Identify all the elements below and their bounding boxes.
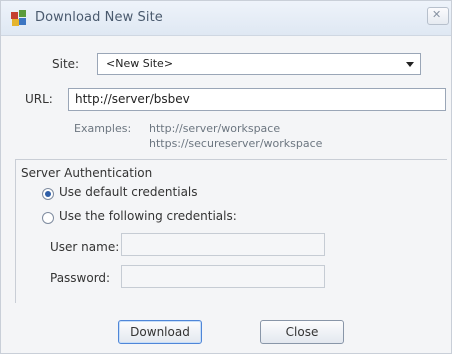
username-input[interactable] (121, 233, 325, 256)
app-icon (11, 10, 26, 26)
use-following-credentials-radio[interactable] (42, 212, 54, 224)
use-following-credentials-label: Use the following credentials: (59, 209, 237, 223)
password-input[interactable] (121, 265, 325, 288)
site-select[interactable]: <New Site> (97, 53, 421, 75)
example-url-2: https://secureserver/workspace (149, 137, 323, 150)
username-label: User name: (50, 240, 120, 254)
url-field[interactable]: http://server/bsbev (68, 88, 446, 111)
site-label: Site: (52, 57, 80, 71)
window-title: Download New Site (35, 10, 163, 25)
download-new-site-dialog: Download New Site ✕ Site: <New Site> URL… (0, 0, 452, 354)
examples-label: Examples: (74, 122, 132, 135)
password-label: Password: (50, 271, 111, 285)
close-icon: ✕ (432, 8, 442, 21)
chevron-down-icon (406, 62, 414, 67)
use-default-credentials-label: Use default credentials (59, 185, 198, 199)
url-label: URL: (25, 92, 53, 106)
title-bar: Download New Site ✕ (1, 1, 451, 36)
close-window-button[interactable]: ✕ (427, 7, 449, 25)
example-url-1: http://server/workspace (149, 122, 281, 135)
download-button[interactable]: Download (118, 320, 202, 344)
use-default-credentials-radio[interactable] (42, 188, 54, 200)
site-select-value: <New Site> (106, 57, 174, 70)
close-button[interactable]: Close (260, 320, 344, 344)
server-authentication-title: Server Authentication (21, 166, 153, 180)
